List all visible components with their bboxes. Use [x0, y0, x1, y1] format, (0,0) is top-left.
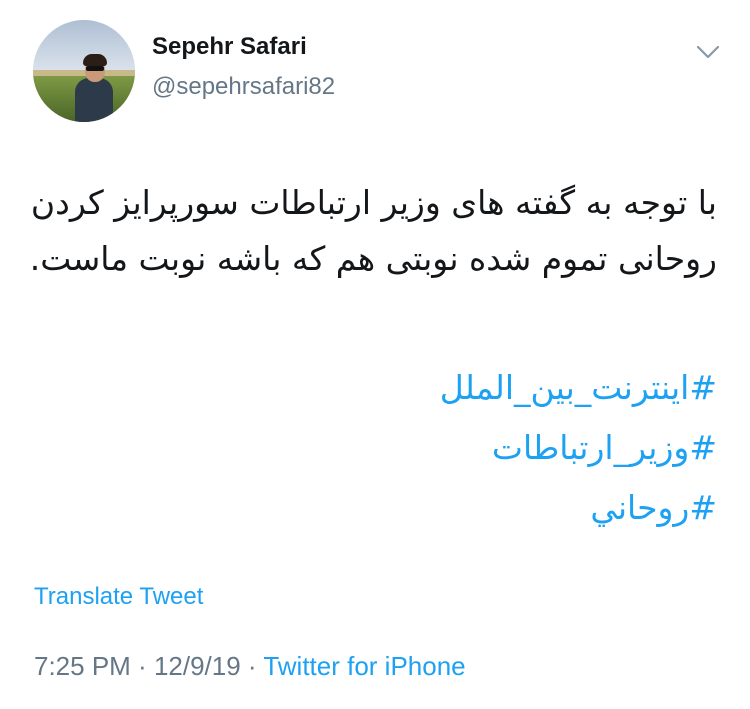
hashtag-link[interactable]: #روحاني [27, 478, 717, 538]
tweet-meta: 7:25 PM · 12/9/19 · Twitter for iPhone [34, 650, 466, 682]
chevron-down-icon-svg [696, 45, 720, 59]
hashtag-link[interactable]: #وزیر_ارتباطات [27, 418, 717, 478]
hashtag-link[interactable]: #اینترنت_بین_الملل [27, 358, 717, 418]
author-name[interactable]: Sepehr Safari [152, 32, 307, 62]
avatar[interactable] [33, 20, 135, 122]
tweet-text: با توجه به گفته های وزیر ارتباطات سورپرا… [29, 183, 717, 278]
translate-tweet-link[interactable]: Translate Tweet [34, 582, 203, 612]
chevron-down-icon[interactable] [694, 42, 722, 62]
avatar-person-hair [83, 54, 107, 66]
avatar-glasses [86, 66, 104, 71]
author-handle[interactable]: @sepehrsafari82 [152, 72, 335, 102]
tweet-time[interactable]: 7:25 PM [34, 651, 131, 681]
meta-separator: · [240, 651, 264, 681]
tweet-body: با توجه به گفته های وزیر ارتباطات سورپرا… [27, 175, 717, 287]
hashtag-list: #اینترنت_بین_الملل #وزیر_ارتباطات #روحان… [27, 358, 717, 538]
tweet-date[interactable]: 12/9/19 [154, 651, 241, 681]
tweet-header: Sepehr Safari @sepehrsafari82 [0, 0, 750, 130]
tweet-source-link[interactable]: Twitter for iPhone [263, 651, 465, 681]
meta-separator: · [130, 651, 154, 681]
avatar-person-body [75, 78, 113, 122]
